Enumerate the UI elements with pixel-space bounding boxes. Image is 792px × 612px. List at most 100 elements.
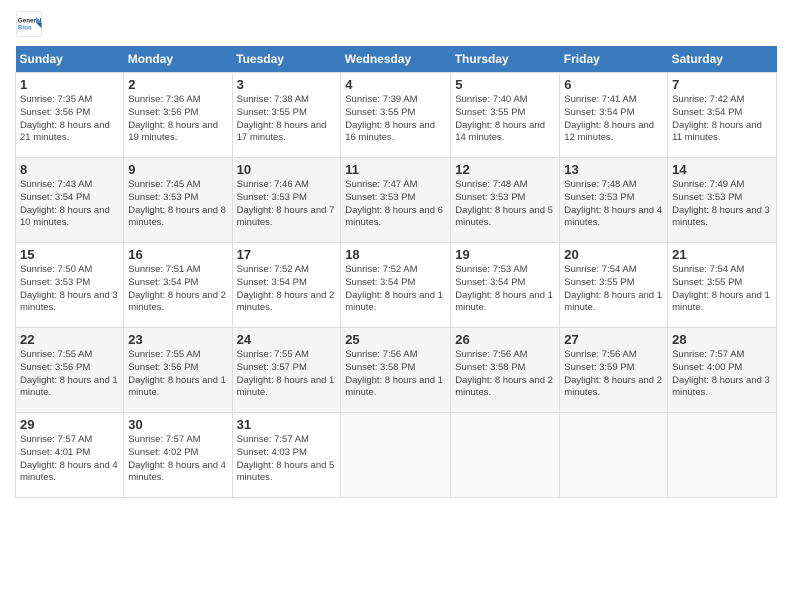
cell-info: Sunrise: 7:57 AM Sunset: 4:02 PM Dayligh… [128, 434, 227, 485]
day-number: 26 [455, 332, 555, 347]
day-number: 30 [128, 417, 227, 432]
day-number: 24 [237, 332, 337, 347]
calendar-cell: 25 Sunrise: 7:56 AM Sunset: 3:58 PM Dayl… [341, 328, 451, 413]
cell-info: Sunrise: 7:49 AM Sunset: 3:53 PM Dayligh… [672, 179, 772, 230]
cell-info: Sunrise: 7:55 AM Sunset: 3:56 PM Dayligh… [20, 349, 119, 400]
calendar-cell: 22 Sunrise: 7:55 AM Sunset: 3:56 PM Dayl… [16, 328, 124, 413]
cell-info: Sunrise: 7:55 AM Sunset: 3:57 PM Dayligh… [237, 349, 337, 400]
day-number: 27 [564, 332, 663, 347]
day-number: 4 [345, 77, 446, 92]
calendar-cell: 12 Sunrise: 7:48 AM Sunset: 3:53 PM Dayl… [451, 158, 560, 243]
day-number: 10 [237, 162, 337, 177]
cell-info: Sunrise: 7:35 AM Sunset: 3:56 PM Dayligh… [20, 94, 119, 145]
cell-info: Sunrise: 7:56 AM Sunset: 3:58 PM Dayligh… [345, 349, 446, 400]
calendar-cell: 16 Sunrise: 7:51 AM Sunset: 3:54 PM Dayl… [124, 243, 232, 328]
cell-info: Sunrise: 7:36 AM Sunset: 3:56 PM Dayligh… [128, 94, 227, 145]
day-number: 23 [128, 332, 227, 347]
day-number: 18 [345, 247, 446, 262]
cell-info: Sunrise: 7:46 AM Sunset: 3:53 PM Dayligh… [237, 179, 337, 230]
col-header-thursday: Thursday [451, 46, 560, 73]
calendar-cell: 9 Sunrise: 7:45 AM Sunset: 3:53 PM Dayli… [124, 158, 232, 243]
calendar-cell: 29 Sunrise: 7:57 AM Sunset: 4:01 PM Dayl… [16, 413, 124, 498]
cell-info: Sunrise: 7:57 AM Sunset: 4:01 PM Dayligh… [20, 434, 119, 485]
calendar-cell: 20 Sunrise: 7:54 AM Sunset: 3:55 PM Dayl… [560, 243, 668, 328]
calendar-cell: 1 Sunrise: 7:35 AM Sunset: 3:56 PM Dayli… [16, 73, 124, 158]
calendar-cell: 8 Sunrise: 7:43 AM Sunset: 3:54 PM Dayli… [16, 158, 124, 243]
logo-icon: General Blue [15, 10, 43, 38]
cell-info: Sunrise: 7:48 AM Sunset: 3:53 PM Dayligh… [564, 179, 663, 230]
col-header-saturday: Saturday [668, 46, 777, 73]
col-header-sunday: Sunday [16, 46, 124, 73]
calendar-cell: 26 Sunrise: 7:56 AM Sunset: 3:58 PM Dayl… [451, 328, 560, 413]
cell-info: Sunrise: 7:53 AM Sunset: 3:54 PM Dayligh… [455, 264, 555, 315]
day-number: 12 [455, 162, 555, 177]
day-number: 7 [672, 77, 772, 92]
col-header-friday: Friday [560, 46, 668, 73]
cell-info: Sunrise: 7:56 AM Sunset: 3:58 PM Dayligh… [455, 349, 555, 400]
calendar-cell [668, 413, 777, 498]
calendar-cell: 31 Sunrise: 7:57 AM Sunset: 4:03 PM Dayl… [232, 413, 341, 498]
day-number: 16 [128, 247, 227, 262]
calendar-cell: 6 Sunrise: 7:41 AM Sunset: 3:54 PM Dayli… [560, 73, 668, 158]
day-number: 29 [20, 417, 119, 432]
cell-info: Sunrise: 7:52 AM Sunset: 3:54 PM Dayligh… [237, 264, 337, 315]
cell-info: Sunrise: 7:54 AM Sunset: 3:55 PM Dayligh… [564, 264, 663, 315]
day-number: 11 [345, 162, 446, 177]
calendar-cell: 10 Sunrise: 7:46 AM Sunset: 3:53 PM Dayl… [232, 158, 341, 243]
cell-info: Sunrise: 7:52 AM Sunset: 3:54 PM Dayligh… [345, 264, 446, 315]
day-number: 15 [20, 247, 119, 262]
day-number: 6 [564, 77, 663, 92]
calendar-cell: 28 Sunrise: 7:57 AM Sunset: 4:00 PM Dayl… [668, 328, 777, 413]
calendar-table: SundayMondayTuesdayWednesdayThursdayFrid… [15, 46, 777, 498]
calendar-cell: 27 Sunrise: 7:56 AM Sunset: 3:59 PM Dayl… [560, 328, 668, 413]
day-number: 9 [128, 162, 227, 177]
cell-info: Sunrise: 7:57 AM Sunset: 4:03 PM Dayligh… [237, 434, 337, 485]
day-number: 14 [672, 162, 772, 177]
cell-info: Sunrise: 7:47 AM Sunset: 3:53 PM Dayligh… [345, 179, 446, 230]
day-number: 19 [455, 247, 555, 262]
cell-info: Sunrise: 7:48 AM Sunset: 3:53 PM Dayligh… [455, 179, 555, 230]
col-header-tuesday: Tuesday [232, 46, 341, 73]
calendar-cell: 5 Sunrise: 7:40 AM Sunset: 3:55 PM Dayli… [451, 73, 560, 158]
week-row-1: 1 Sunrise: 7:35 AM Sunset: 3:56 PM Dayli… [16, 73, 777, 158]
calendar-cell: 17 Sunrise: 7:52 AM Sunset: 3:54 PM Dayl… [232, 243, 341, 328]
calendar-cell: 30 Sunrise: 7:57 AM Sunset: 4:02 PM Dayl… [124, 413, 232, 498]
col-header-wednesday: Wednesday [341, 46, 451, 73]
day-number: 21 [672, 247, 772, 262]
calendar-cell [560, 413, 668, 498]
calendar-cell: 15 Sunrise: 7:50 AM Sunset: 3:53 PM Dayl… [16, 243, 124, 328]
calendar-cell: 3 Sunrise: 7:38 AM Sunset: 3:55 PM Dayli… [232, 73, 341, 158]
calendar-cell [341, 413, 451, 498]
day-number: 31 [237, 417, 337, 432]
cell-info: Sunrise: 7:45 AM Sunset: 3:53 PM Dayligh… [128, 179, 227, 230]
day-number: 5 [455, 77, 555, 92]
day-number: 13 [564, 162, 663, 177]
day-number: 1 [20, 77, 119, 92]
day-number: 25 [345, 332, 446, 347]
calendar-cell: 4 Sunrise: 7:39 AM Sunset: 3:55 PM Dayli… [341, 73, 451, 158]
day-number: 3 [237, 77, 337, 92]
week-row-3: 15 Sunrise: 7:50 AM Sunset: 3:53 PM Dayl… [16, 243, 777, 328]
col-header-monday: Monday [124, 46, 232, 73]
cell-info: Sunrise: 7:42 AM Sunset: 3:54 PM Dayligh… [672, 94, 772, 145]
calendar-cell: 7 Sunrise: 7:42 AM Sunset: 3:54 PM Dayli… [668, 73, 777, 158]
day-number: 22 [20, 332, 119, 347]
day-number: 2 [128, 77, 227, 92]
calendar-cell: 14 Sunrise: 7:49 AM Sunset: 3:53 PM Dayl… [668, 158, 777, 243]
day-number: 8 [20, 162, 119, 177]
day-number: 28 [672, 332, 772, 347]
cell-info: Sunrise: 7:50 AM Sunset: 3:53 PM Dayligh… [20, 264, 119, 315]
week-row-4: 22 Sunrise: 7:55 AM Sunset: 3:56 PM Dayl… [16, 328, 777, 413]
main-container: General Blue SundayMondayTuesdayWednesda… [0, 0, 792, 508]
cell-info: Sunrise: 7:40 AM Sunset: 3:55 PM Dayligh… [455, 94, 555, 145]
cell-info: Sunrise: 7:43 AM Sunset: 3:54 PM Dayligh… [20, 179, 119, 230]
cell-info: Sunrise: 7:54 AM Sunset: 3:55 PM Dayligh… [672, 264, 772, 315]
calendar-cell: 24 Sunrise: 7:55 AM Sunset: 3:57 PM Dayl… [232, 328, 341, 413]
logo: General Blue [15, 10, 47, 38]
calendar-cell: 21 Sunrise: 7:54 AM Sunset: 3:55 PM Dayl… [668, 243, 777, 328]
week-row-2: 8 Sunrise: 7:43 AM Sunset: 3:54 PM Dayli… [16, 158, 777, 243]
cell-info: Sunrise: 7:38 AM Sunset: 3:55 PM Dayligh… [237, 94, 337, 145]
cell-info: Sunrise: 7:55 AM Sunset: 3:56 PM Dayligh… [128, 349, 227, 400]
day-number: 17 [237, 247, 337, 262]
svg-text:Blue: Blue [18, 25, 32, 32]
